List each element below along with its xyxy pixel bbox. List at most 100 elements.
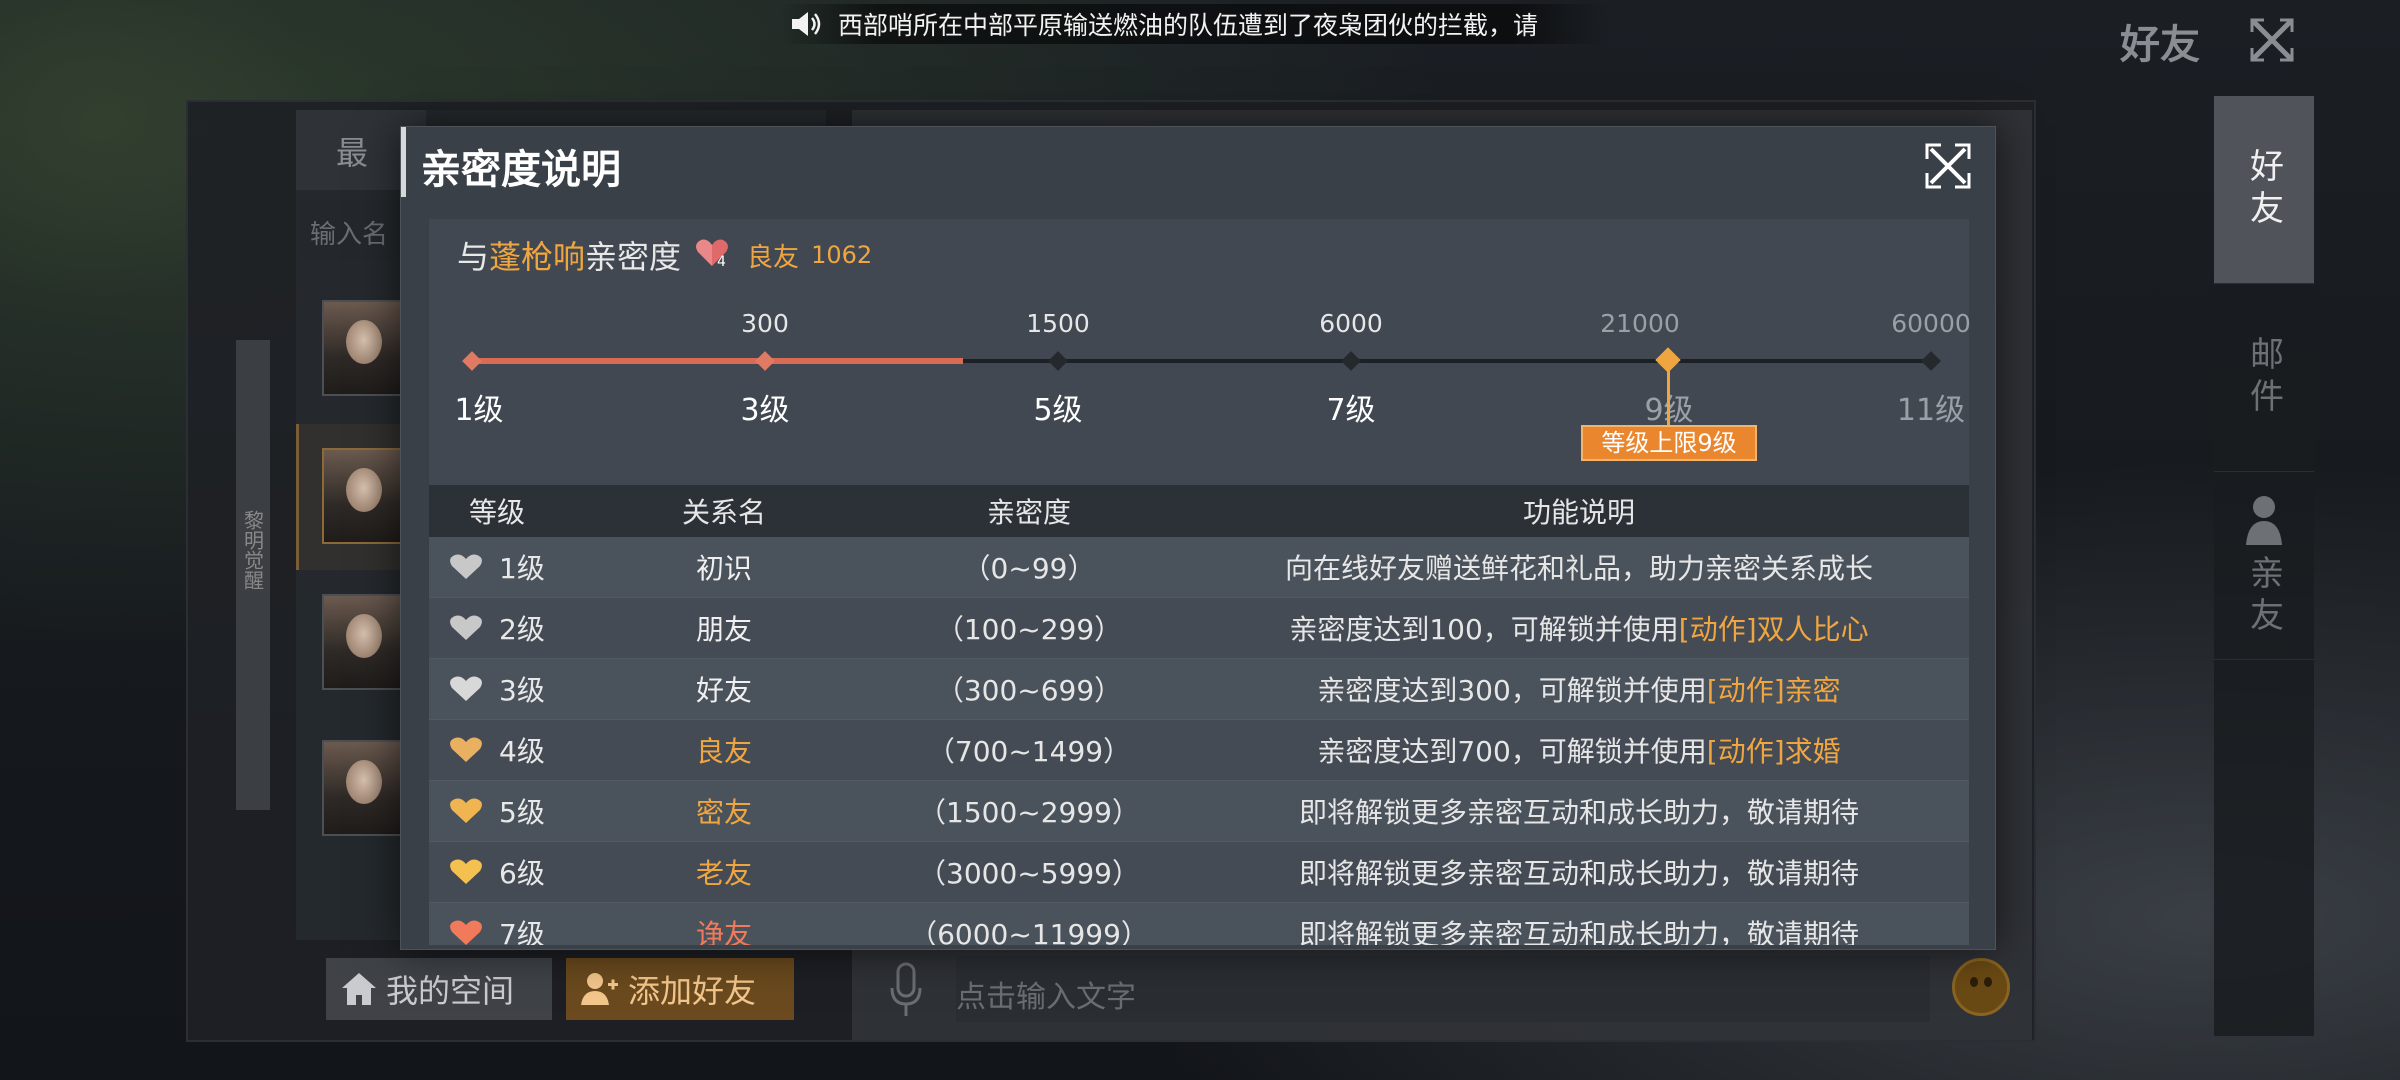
progress-node xyxy=(1921,351,1941,371)
row-description: 亲密度达到300，可解锁并使用[动作]亲密 xyxy=(1189,669,1969,709)
row-relation: 朋友 xyxy=(695,613,752,646)
level-label: 1级 xyxy=(454,393,504,428)
threshold-label: 300 xyxy=(741,309,789,338)
row-level-label: 2级 xyxy=(499,613,545,646)
my-space-button[interactable]: 我的空间 xyxy=(326,958,552,1020)
row-description-action: [动作]亲密 xyxy=(1706,674,1841,707)
header-level: 等级 xyxy=(469,496,526,529)
threshold-label: 21000 xyxy=(1600,309,1680,338)
heart-icon: 4 xyxy=(695,238,735,272)
add-friend-button[interactable]: 添加好友 xyxy=(566,958,794,1020)
table-row: 2级 朋友 （100~299） 亲密度达到100，可解锁并使用[动作]双人比心 xyxy=(429,598,1969,659)
intimacy-summary: 与 蓬枪响 亲密度 4 良友 1062 xyxy=(457,232,872,278)
row-level: 6级 xyxy=(429,852,579,892)
intimacy-progress: 300 1500 6000 21000 60000 1级 3级 5级 7级 9级… xyxy=(429,297,1971,461)
header-prefix: 与 xyxy=(457,238,490,276)
side-label: 黎明觉醒 xyxy=(240,510,265,590)
tab-friends[interactable]: 好友 xyxy=(2214,96,2314,284)
tab-mail[interactable]: 邮件 xyxy=(2214,284,2314,472)
level-label: 3级 xyxy=(740,393,790,428)
row-level-label: 5级 xyxy=(499,796,545,829)
row-level-label: 7级 xyxy=(499,918,545,945)
speaker-icon xyxy=(790,10,824,38)
progress-node xyxy=(1341,351,1361,371)
row-description: 亲密度达到700，可解锁并使用[动作]求婚 xyxy=(1189,730,1969,770)
header-suffix: 亲密度 xyxy=(585,238,682,276)
heart-icon xyxy=(450,798,482,823)
progress-node xyxy=(1048,351,1068,371)
row-level-label: 1级 xyxy=(499,552,545,585)
progress-node xyxy=(462,351,482,371)
row-description: 向在线好友赠送鲜花和礼品，助力亲密关系成长 xyxy=(1189,547,1969,587)
row-description: 亲密度达到100，可解锁并使用[动作]双人比心 xyxy=(1189,608,1969,648)
intimacy-level-table: 等级 关系名 亲密度 功能说明 1级 初识 （0~99） 向在线好友赠送鲜花和礼品，助… xyxy=(429,485,1969,945)
row-level-label: 3级 xyxy=(499,674,545,707)
level-label: 7级 xyxy=(1326,393,1376,428)
threshold-label: 60000 xyxy=(1891,309,1971,338)
avatar[interactable] xyxy=(322,740,402,836)
row-level-label: 6级 xyxy=(499,857,545,890)
progress-node xyxy=(755,351,775,371)
row-relation: 密友 xyxy=(695,796,752,829)
row-description: 即将解锁更多亲密互动和成长助力，敬请期待 xyxy=(1189,791,1969,831)
table-row: 3级 好友 （300~699） 亲密度达到300，可解锁并使用[动作]亲密 xyxy=(429,659,1969,720)
row-level: 4级 xyxy=(429,730,579,770)
row-range: （1500~2999） xyxy=(918,796,1140,829)
header-intimacy: 亲密度 xyxy=(986,496,1071,529)
avatar[interactable] xyxy=(322,448,402,544)
close-icon xyxy=(1925,143,1971,189)
row-description-text: 亲密度达到700，可解锁并使用 xyxy=(1317,735,1707,768)
tab-relatives[interactable]: 亲友 xyxy=(2214,472,2314,660)
home-icon xyxy=(342,973,376,1005)
avatar[interactable] xyxy=(322,594,402,690)
table-row: 4级 良友 （700~1499） 亲密度达到700，可解锁并使用[动作]求婚 xyxy=(429,720,1969,781)
row-level-label: 4级 xyxy=(499,735,545,768)
threshold-label: 6000 xyxy=(1319,309,1383,338)
heart-icon xyxy=(450,859,482,884)
row-range: （3000~5999） xyxy=(918,857,1140,890)
heart-level: 4 xyxy=(717,254,726,270)
row-level: 5级 xyxy=(429,791,579,831)
table-row: 5级 密友 （1500~2999） 即将解锁更多亲密互动和成长助力，敬请期待 xyxy=(429,781,1969,842)
table-row: 1级 初识 （0~99） 向在线好友赠送鲜花和礼品，助力亲密关系成长 xyxy=(429,537,1969,598)
relation-name: 良友 xyxy=(747,242,800,273)
row-level: 2级 xyxy=(429,608,579,648)
person-icon xyxy=(2244,493,2284,547)
emoji-icon[interactable] xyxy=(1952,958,2010,1016)
row-range: （700~1499） xyxy=(926,735,1132,768)
heart-icon xyxy=(450,920,482,945)
dialog-close-button[interactable] xyxy=(1923,141,1973,191)
intimacy-dialog: 亲密度说明 与 蓬枪响 亲密度 4 良友 1062 300 1500 6000 … xyxy=(400,126,1996,950)
tab-mail-label: 邮件 xyxy=(2243,335,2284,420)
table-header: 等级 关系名 亲密度 功能说明 xyxy=(429,485,1969,537)
row-description-action: [动作]双人比心 xyxy=(1678,613,1869,646)
row-description-text: 亲密度达到300，可解锁并使用 xyxy=(1317,674,1707,707)
side-label-strip: 黎明觉醒 xyxy=(236,340,270,810)
add-friend-label: 添加好友 xyxy=(628,972,757,1010)
row-description-text: 即将解锁更多亲密互动和成长助力，敬请期待 xyxy=(1298,918,1859,945)
row-description: 即将解锁更多亲密互动和成长助力，敬请期待 xyxy=(1189,913,1969,945)
heart-icon xyxy=(450,676,482,701)
row-relation: 初识 xyxy=(695,552,752,585)
level-label: 11级 xyxy=(1896,393,1966,428)
table-row: 6级 老友 （3000~5999） 即将解锁更多亲密互动和成长助力，敬请期待 xyxy=(429,842,1969,903)
heart-icon xyxy=(450,737,482,762)
row-relation: 老友 xyxy=(695,857,752,890)
row-relation: 诤友 xyxy=(695,918,752,945)
row-description-text: 亲密度达到100，可解锁并使用 xyxy=(1289,613,1679,646)
microphone-icon[interactable] xyxy=(886,960,926,1020)
row-range: （300~699） xyxy=(935,674,1123,707)
title-accent-bar xyxy=(401,127,406,197)
level-label: 5级 xyxy=(1033,393,1083,428)
header-relation: 关系名 xyxy=(681,496,766,529)
avatar[interactable] xyxy=(322,300,402,396)
chat-input[interactable]: 点击输入文字 xyxy=(956,956,1930,1022)
level-cap-badge: 等级上限9级 xyxy=(1581,425,1757,461)
tab-friends-label: 好友 xyxy=(2243,147,2284,232)
row-description: 即将解锁更多亲密互动和成长助力，敬请期待 xyxy=(1189,852,1969,892)
close-icon[interactable] xyxy=(2246,14,2298,66)
heart-icon xyxy=(450,554,482,579)
tab-relatives-label: 亲友 xyxy=(2243,554,2284,639)
row-range: （100~299） xyxy=(935,613,1123,646)
side-tab-bar: 好友 邮件 亲友 xyxy=(2214,96,2314,1036)
